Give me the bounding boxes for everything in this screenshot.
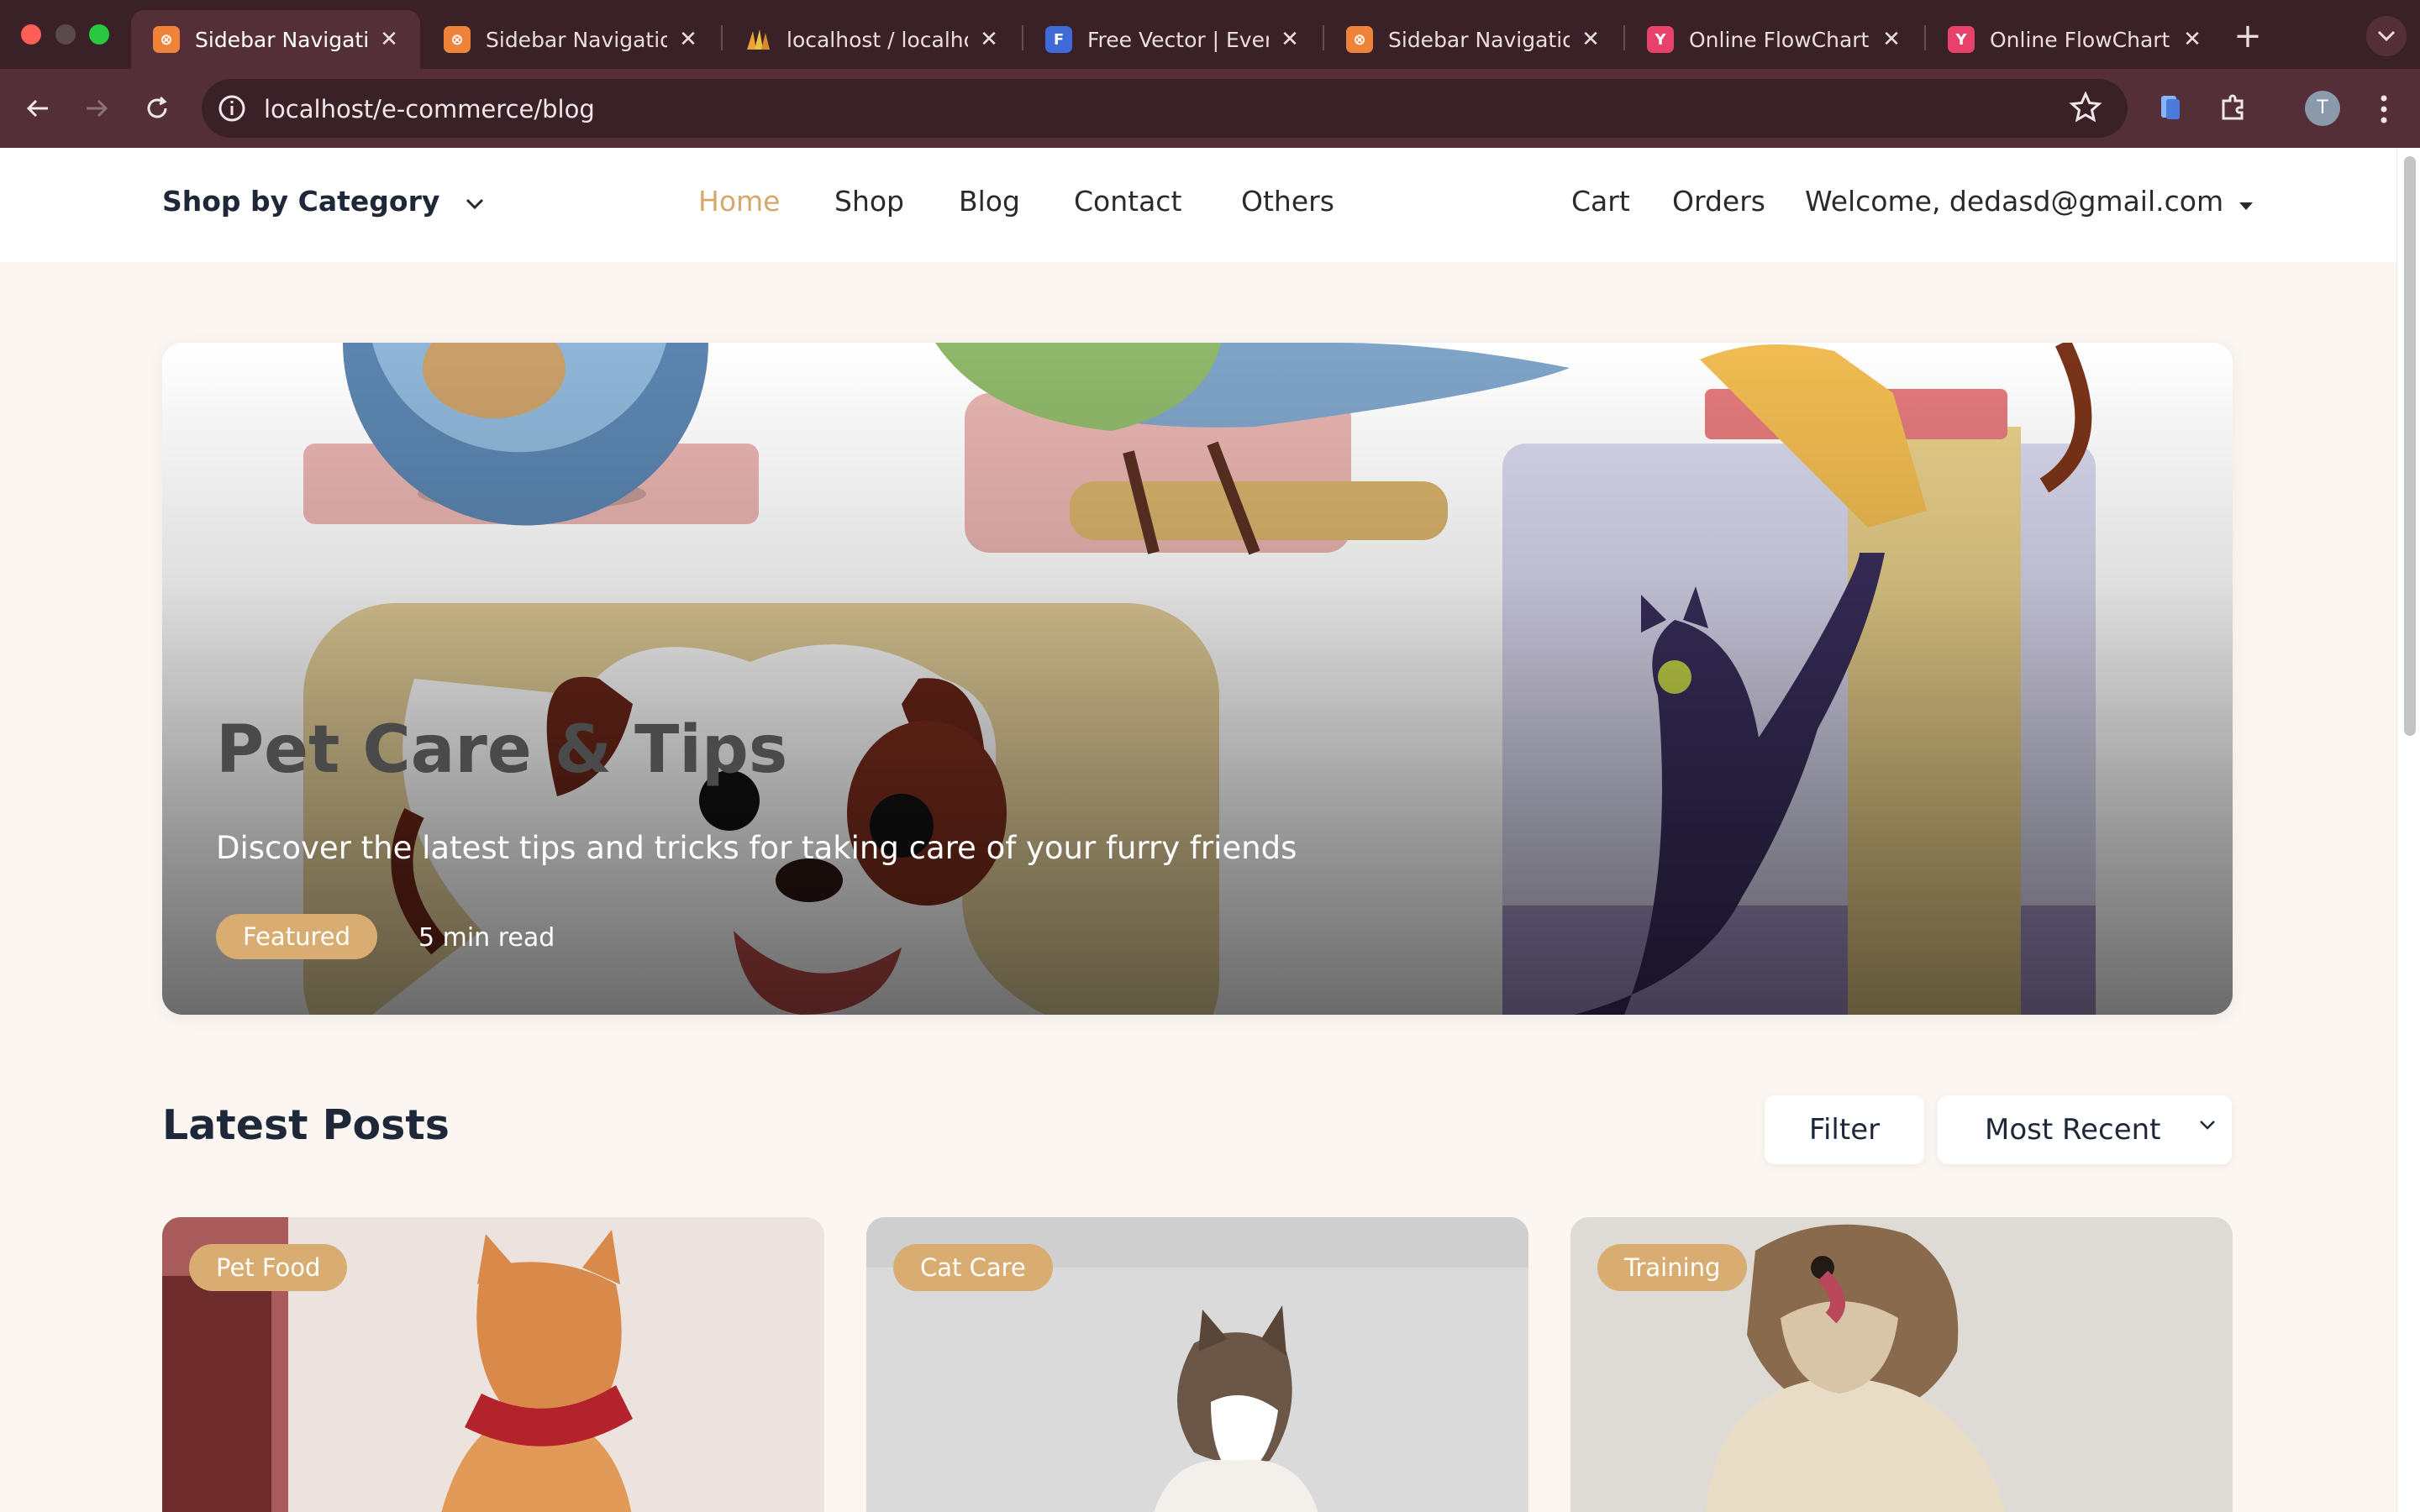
close-tab-icon[interactable]: ✕: [676, 27, 701, 52]
sort-select[interactable]: Most Recent: [1938, 1095, 2232, 1164]
tab-title: Free Vector | Every: [1087, 27, 1269, 52]
nav-link-cart[interactable]: Cart: [1571, 185, 1630, 218]
close-window-button[interactable]: [21, 24, 41, 45]
close-tab-icon[interactable]: ✕: [376, 27, 402, 52]
extensions-button[interactable]: [2218, 92, 2249, 126]
new-tab-button[interactable]: +: [2227, 17, 2269, 59]
back-arrow-icon: [26, 99, 48, 118]
docs-extension-icon: [2161, 96, 2180, 119]
site-info-icon[interactable]: [217, 93, 247, 127]
extension-icon-1[interactable]: [2156, 92, 2185, 124]
scrollbar-thumb[interactable]: [2404, 156, 2416, 736]
tab-search-button[interactable]: [2366, 16, 2407, 56]
hero-title: Pet Care & Tips: [216, 712, 788, 788]
post-category-tag: Cat Care: [893, 1244, 1053, 1291]
close-tab-icon[interactable]: ✕: [1277, 27, 1302, 52]
post-category-tag: Training: [1597, 1244, 1748, 1291]
page-content: Shop by Category Home Shop Blog Contact …: [0, 148, 2396, 1512]
forward-button[interactable]: [76, 87, 118, 129]
flowchart-icon: Y: [1948, 26, 1975, 53]
hero-subtitle: Discover the latest tips and tricks for …: [216, 830, 1297, 866]
xampp-icon: ⊗: [153, 26, 180, 53]
browser-tab-4[interactable]: F Free Vector | Every ✕: [1023, 10, 1321, 69]
minimize-window-button[interactable]: [55, 24, 76, 45]
browser-tab-2[interactable]: ⊗ Sidebar Navigation ✕: [422, 10, 719, 69]
tab-title: localhost / localhos: [786, 27, 968, 52]
xampp-icon: ⊗: [1346, 26, 1373, 53]
tab-title: Online FlowChart &: [1689, 27, 1870, 52]
browser-chrome: ⊗ Sidebar Navigation ✕ ⊗ Sidebar Navigat…: [0, 0, 2420, 148]
tab-title: Sidebar Navigation: [1388, 27, 1570, 52]
post-card-pet-food[interactable]: Pet Food: [162, 1217, 824, 1512]
tab-title: Sidebar Navigation: [486, 27, 667, 52]
browser-tab-6[interactable]: Y Online FlowChart & ✕: [1625, 10, 1923, 69]
latest-posts-heading: Latest Posts: [162, 1101, 450, 1149]
site-header: Shop by Category Home Shop Blog Contact …: [0, 148, 2396, 262]
bookmark-star-icon[interactable]: [2069, 91, 2102, 128]
reload-icon: [147, 96, 167, 118]
close-tab-icon[interactable]: ✕: [2180, 27, 2205, 52]
freepik-icon: F: [1045, 26, 1072, 53]
nav-link-orders[interactable]: Orders: [1672, 185, 1765, 218]
puzzle-icon: [2222, 94, 2244, 120]
address-bar[interactable]: localhost/e-commerce/blog: [202, 79, 2128, 138]
sort-select-value: Most Recent: [1985, 1113, 2161, 1147]
browser-tab-7[interactable]: Y Online FlowChart & ✕: [1926, 10, 2223, 69]
flowchart-icon: Y: [1647, 26, 1674, 53]
browser-toolbar: localhost/e-commerce/blog T: [0, 69, 2420, 148]
menu-button[interactable]: [2371, 91, 2396, 128]
nav-link-others[interactable]: Others: [1241, 185, 1334, 218]
shop-by-category-label: Shop by Category: [162, 185, 440, 218]
account-menu[interactable]: Welcome, dedasd@gmail.com: [1805, 185, 2254, 218]
browser-tab-1[interactable]: ⊗ Sidebar Navigation ✕: [131, 10, 420, 69]
welcome-text: Welcome, dedasd@gmail.com: [1805, 185, 2224, 218]
chevron-down-icon: [2200, 1121, 2215, 1130]
nav-link-shop[interactable]: Shop: [834, 185, 904, 218]
close-tab-icon[interactable]: ✕: [1879, 27, 1904, 52]
featured-badge: Featured: [216, 914, 377, 959]
post-category-tag: Pet Food: [189, 1244, 348, 1291]
filter-button[interactable]: Filter: [1765, 1095, 1924, 1164]
tab-title: Sidebar Navigation: [195, 27, 368, 52]
forward-arrow-icon: [87, 99, 108, 118]
back-button[interactable]: [17, 87, 59, 129]
tab-title: Online FlowChart &: [1990, 27, 2171, 52]
nav-link-contact[interactable]: Contact: [1074, 185, 1181, 218]
hero-banner[interactable]: Pet Care & Tips Discover the latest tips…: [162, 343, 2233, 1015]
browser-tab-3[interactable]: localhost / localhos ✕: [723, 10, 1020, 69]
reload-button[interactable]: [136, 87, 178, 129]
nav-link-home[interactable]: Home: [698, 185, 780, 218]
read-time: 5 min read: [418, 923, 555, 953]
browser-tab-5[interactable]: ⊗ Sidebar Navigation ✕: [1324, 10, 1622, 69]
chevron-down-icon: [2377, 30, 2396, 42]
chevron-down-icon: [466, 198, 483, 210]
zoom-window-button[interactable]: [89, 24, 109, 45]
kebab-menu-icon: [2381, 95, 2387, 123]
shop-by-category-menu[interactable]: Shop by Category: [162, 185, 485, 218]
post-card-training[interactable]: Training: [1570, 1217, 2233, 1512]
tab-strip: ⊗ Sidebar Navigation ✕ ⊗ Sidebar Navigat…: [0, 0, 2420, 69]
xampp-icon: ⊗: [444, 26, 471, 53]
hero-gradient-overlay: [162, 343, 2233, 1015]
page-scrollbar[interactable]: [2396, 148, 2420, 1512]
nav-link-blog[interactable]: Blog: [959, 185, 1020, 218]
url-text: localhost/e-commerce/blog: [264, 95, 595, 123]
post-card-cat-care[interactable]: Cat Care: [866, 1217, 1528, 1512]
caret-down-icon: [2238, 202, 2253, 210]
phpmyadmin-icon: [744, 26, 771, 53]
close-tab-icon[interactable]: ✕: [976, 27, 1002, 52]
profile-avatar[interactable]: T: [2305, 91, 2340, 126]
close-tab-icon[interactable]: ✕: [1578, 27, 1603, 52]
